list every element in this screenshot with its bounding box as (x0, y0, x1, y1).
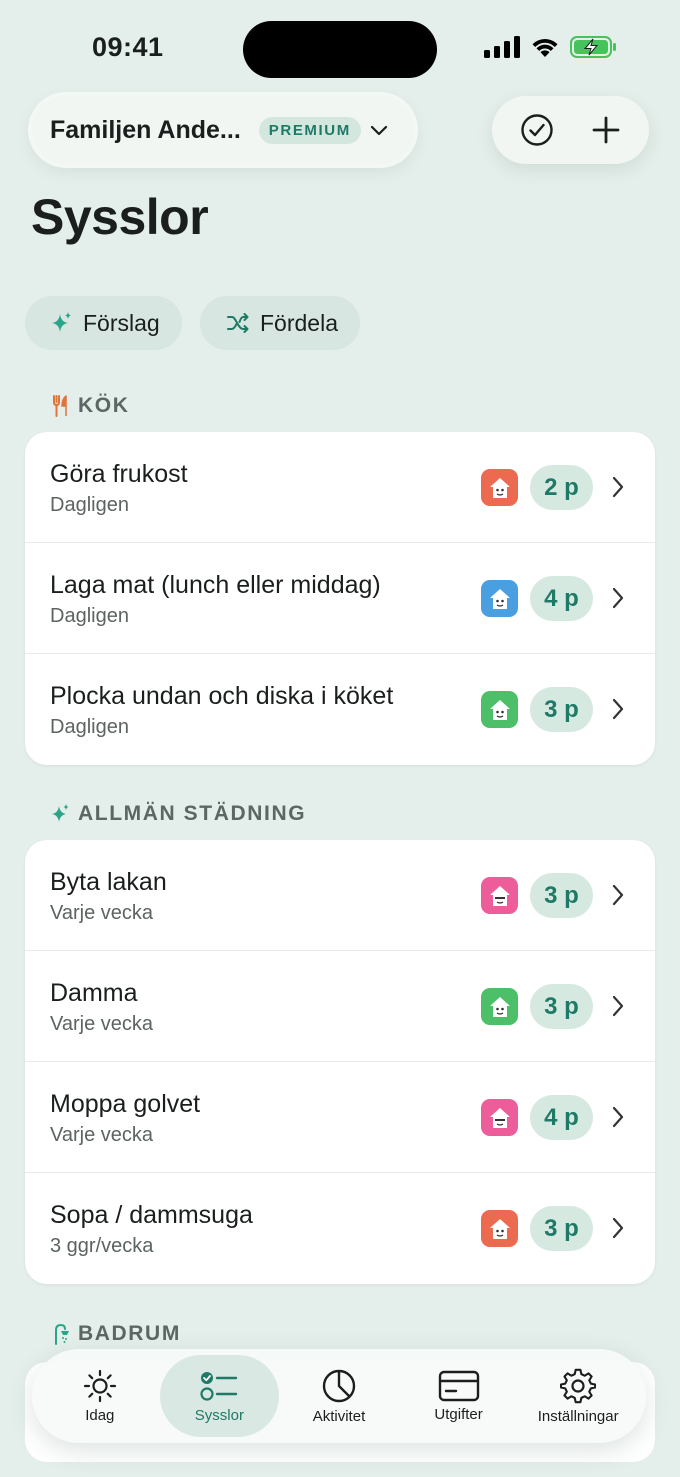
house-avatar-icon (481, 469, 518, 506)
chore-frequency: Varje vecka (50, 902, 154, 924)
fork-knife-icon (53, 395, 67, 417)
status-time: 09:41 (92, 32, 164, 62)
chore-frequency: Dagligen (50, 605, 129, 627)
chore-frequency: Dagligen (50, 716, 129, 738)
chore-row[interactable]: Byta lakan Varje vecka 3 p (25, 840, 655, 951)
family-name: Familjen Ande... (50, 115, 241, 144)
house-avatar-icon (481, 877, 518, 914)
chore-title: Göra frukost (50, 460, 188, 488)
points-badge: 3 p (530, 687, 593, 732)
points-badge: 3 p (530, 873, 593, 918)
battery-charging-icon (570, 36, 616, 58)
chore-frequency: Dagligen (50, 494, 129, 516)
chevron-right-icon (612, 587, 624, 609)
chore-title: Plocka undan och diska i köket (50, 682, 394, 710)
chip-label: Förslag (83, 309, 160, 336)
chevron-right-icon (612, 884, 624, 906)
tab-label: Inställningar (537, 1407, 619, 1425)
card-icon (438, 1370, 479, 1401)
chore-title: Moppa golvet (50, 1090, 201, 1118)
house-avatar-icon (481, 580, 518, 617)
premium-badge: PREMIUM (258, 116, 361, 144)
sun-icon (83, 1369, 116, 1402)
section-title: KÖK (78, 394, 130, 417)
chore-row[interactable]: Moppa golvet Varje vecka 4 p (25, 1062, 655, 1173)
chip-label: Fördela (260, 309, 338, 336)
page-title: Sysslor (31, 189, 209, 245)
sparkle-icon (52, 804, 69, 822)
chevron-right-icon (612, 995, 624, 1017)
chevron-right-icon (612, 1106, 624, 1128)
tab-label: Idag (85, 1406, 115, 1424)
chevron-right-icon (612, 1217, 624, 1239)
chore-title: Laga mat (lunch eller middag) (50, 571, 381, 599)
chore-title: Byta lakan (50, 868, 167, 896)
tab-chores[interactable]: Sysslor (159, 1355, 280, 1437)
pie-chart-icon (322, 1369, 356, 1402)
sparkle-icon (52, 312, 71, 332)
chevron-down-icon (370, 125, 387, 136)
chore-row[interactable]: Sopa / dammsuga 3 ggr/vecka 3 p (25, 1173, 655, 1284)
points-badge: 4 p (530, 576, 593, 621)
section-header-bathroom: BADRUM (52, 1322, 181, 1346)
house-avatar-icon (481, 1099, 518, 1136)
chore-title: Sopa / dammsuga (50, 1201, 253, 1229)
chore-frequency: Varje vecka (50, 1124, 154, 1146)
tab-label: Sysslor (194, 1406, 244, 1424)
chore-frequency: Varje vecka (50, 1013, 154, 1035)
kitchen-card: Göra frukost Dagligen 2 p Laga mat (lunc… (25, 432, 655, 765)
points-badge: 2 p (530, 465, 593, 510)
house-avatar-icon (481, 691, 518, 728)
shuffle-icon (227, 313, 249, 333)
chore-row[interactable]: Göra frukost Dagligen 2 p (25, 432, 655, 543)
family-switcher[interactable]: Familjen Ande... PREMIUM (32, 96, 414, 164)
tab-expenses[interactable]: Utgifter (399, 1355, 519, 1437)
chevron-right-icon (612, 476, 624, 498)
tab-bar: Idag Sysslor Aktivitet Utgifter Inställn… (32, 1349, 646, 1443)
dynamic-island (243, 21, 437, 78)
general-cleaning-card: Byta lakan Varje vecka 3 p Damma Varje v… (25, 840, 655, 1284)
distribute-chip[interactable]: Fördela (200, 296, 360, 350)
tab-activity[interactable]: Aktivitet (279, 1355, 399, 1437)
section-header-kitchen: KÖK (52, 394, 129, 418)
add-icon[interactable] (591, 115, 621, 145)
chore-title: Damma (50, 979, 138, 1007)
tab-settings[interactable]: Inställningar (518, 1355, 638, 1437)
chore-row[interactable]: Plocka undan och diska i köket Dagligen … (25, 654, 655, 765)
tab-today[interactable]: Idag (40, 1355, 160, 1437)
checkmark-circle-icon[interactable] (520, 113, 554, 147)
checklist-icon (200, 1371, 238, 1401)
status-icons (484, 36, 618, 58)
suggestions-chip[interactable]: Förslag (25, 296, 182, 350)
gear-icon (560, 1368, 597, 1403)
points-badge: 3 p (530, 984, 593, 1029)
header-actions (492, 96, 649, 164)
points-badge: 3 p (530, 1206, 593, 1251)
wifi-icon (532, 38, 558, 57)
chevron-right-icon (612, 698, 624, 720)
section-header-general-cleaning: ALLMÄN STÄDNING (52, 802, 306, 826)
section-title: BADRUM (78, 1322, 181, 1345)
chore-row[interactable]: Damma Varje vecka 3 p (25, 951, 655, 1062)
chore-row[interactable]: Laga mat (lunch eller middag) Dagligen 4… (25, 543, 655, 654)
house-avatar-icon (481, 1210, 518, 1247)
section-title: ALLMÄN STÄDNING (78, 802, 307, 825)
shower-icon (55, 1323, 69, 1345)
cellular-signal-icon (484, 36, 520, 58)
tab-label: Aktivitet (312, 1407, 366, 1425)
house-avatar-icon (481, 988, 518, 1025)
chore-frequency: 3 ggr/vecka (50, 1235, 154, 1257)
points-badge: 4 p (530, 1095, 593, 1140)
tab-label: Utgifter (434, 1405, 483, 1423)
